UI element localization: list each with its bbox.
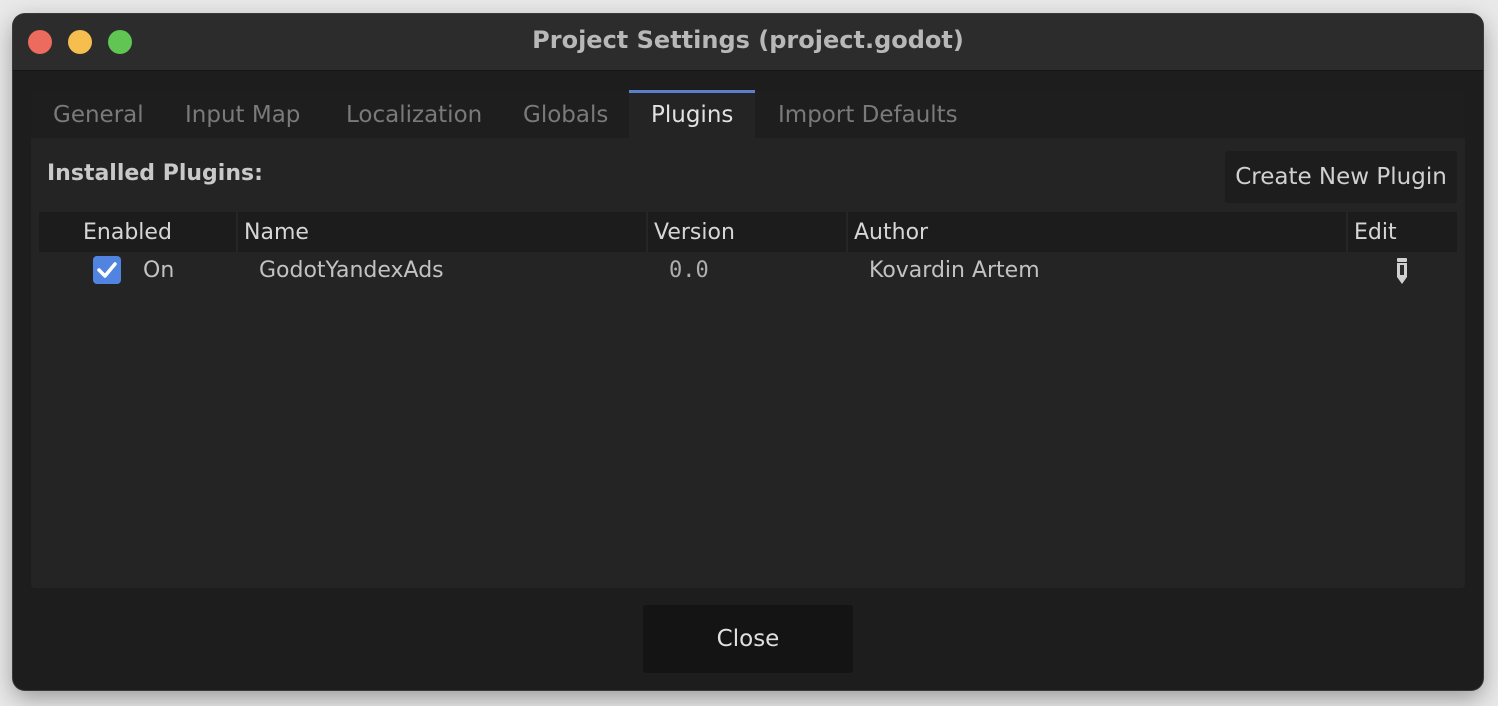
settings-panel: General Input Map Localization Globals P… <box>31 90 1465 588</box>
enabled-status-label: On <box>143 258 175 283</box>
column-header-enabled[interactable]: Enabled <box>77 212 238 252</box>
tab-plugins[interactable]: Plugins <box>629 90 756 138</box>
pencil-icon[interactable] <box>1395 257 1409 285</box>
table-row[interactable]: On GodotYandexAds 0.0 Kovardin Artem <box>39 252 1457 292</box>
checkmark-icon <box>97 262 117 278</box>
plugin-author: Kovardin Artem <box>869 258 1040 283</box>
create-new-plugin-button[interactable]: Create New Plugin <box>1225 151 1457 203</box>
column-header-name[interactable]: Name <box>236 212 650 252</box>
plugin-name: GodotYandexAds <box>259 258 444 283</box>
tab-localization[interactable]: Localization <box>346 90 482 138</box>
tab-general[interactable]: General <box>53 90 144 138</box>
title-bar: Project Settings (project.godot) <box>13 14 1483 71</box>
tab-input-map[interactable]: Input Map <box>185 90 300 138</box>
enabled-checkbox[interactable] <box>93 256 121 284</box>
column-header-edit[interactable]: Edit <box>1346 212 1426 252</box>
project-settings-window: Project Settings (project.godot) General… <box>13 14 1483 690</box>
window-title: Project Settings (project.godot) <box>532 26 964 54</box>
column-header-author[interactable]: Author <box>846 212 1348 252</box>
tab-bar: General Input Map Localization Globals P… <box>31 90 1465 138</box>
column-header-version[interactable]: Version <box>646 212 848 252</box>
installed-plugins-label: Installed Plugins: <box>47 161 263 186</box>
tab-import-defaults[interactable]: Import Defaults <box>778 90 958 138</box>
plugin-version: 0.0 <box>669 258 709 283</box>
plugins-table-header: Enabled Name Version Author Edit <box>39 212 1457 252</box>
tab-globals[interactable]: Globals <box>523 90 608 138</box>
close-button[interactable]: Close <box>643 605 853 673</box>
